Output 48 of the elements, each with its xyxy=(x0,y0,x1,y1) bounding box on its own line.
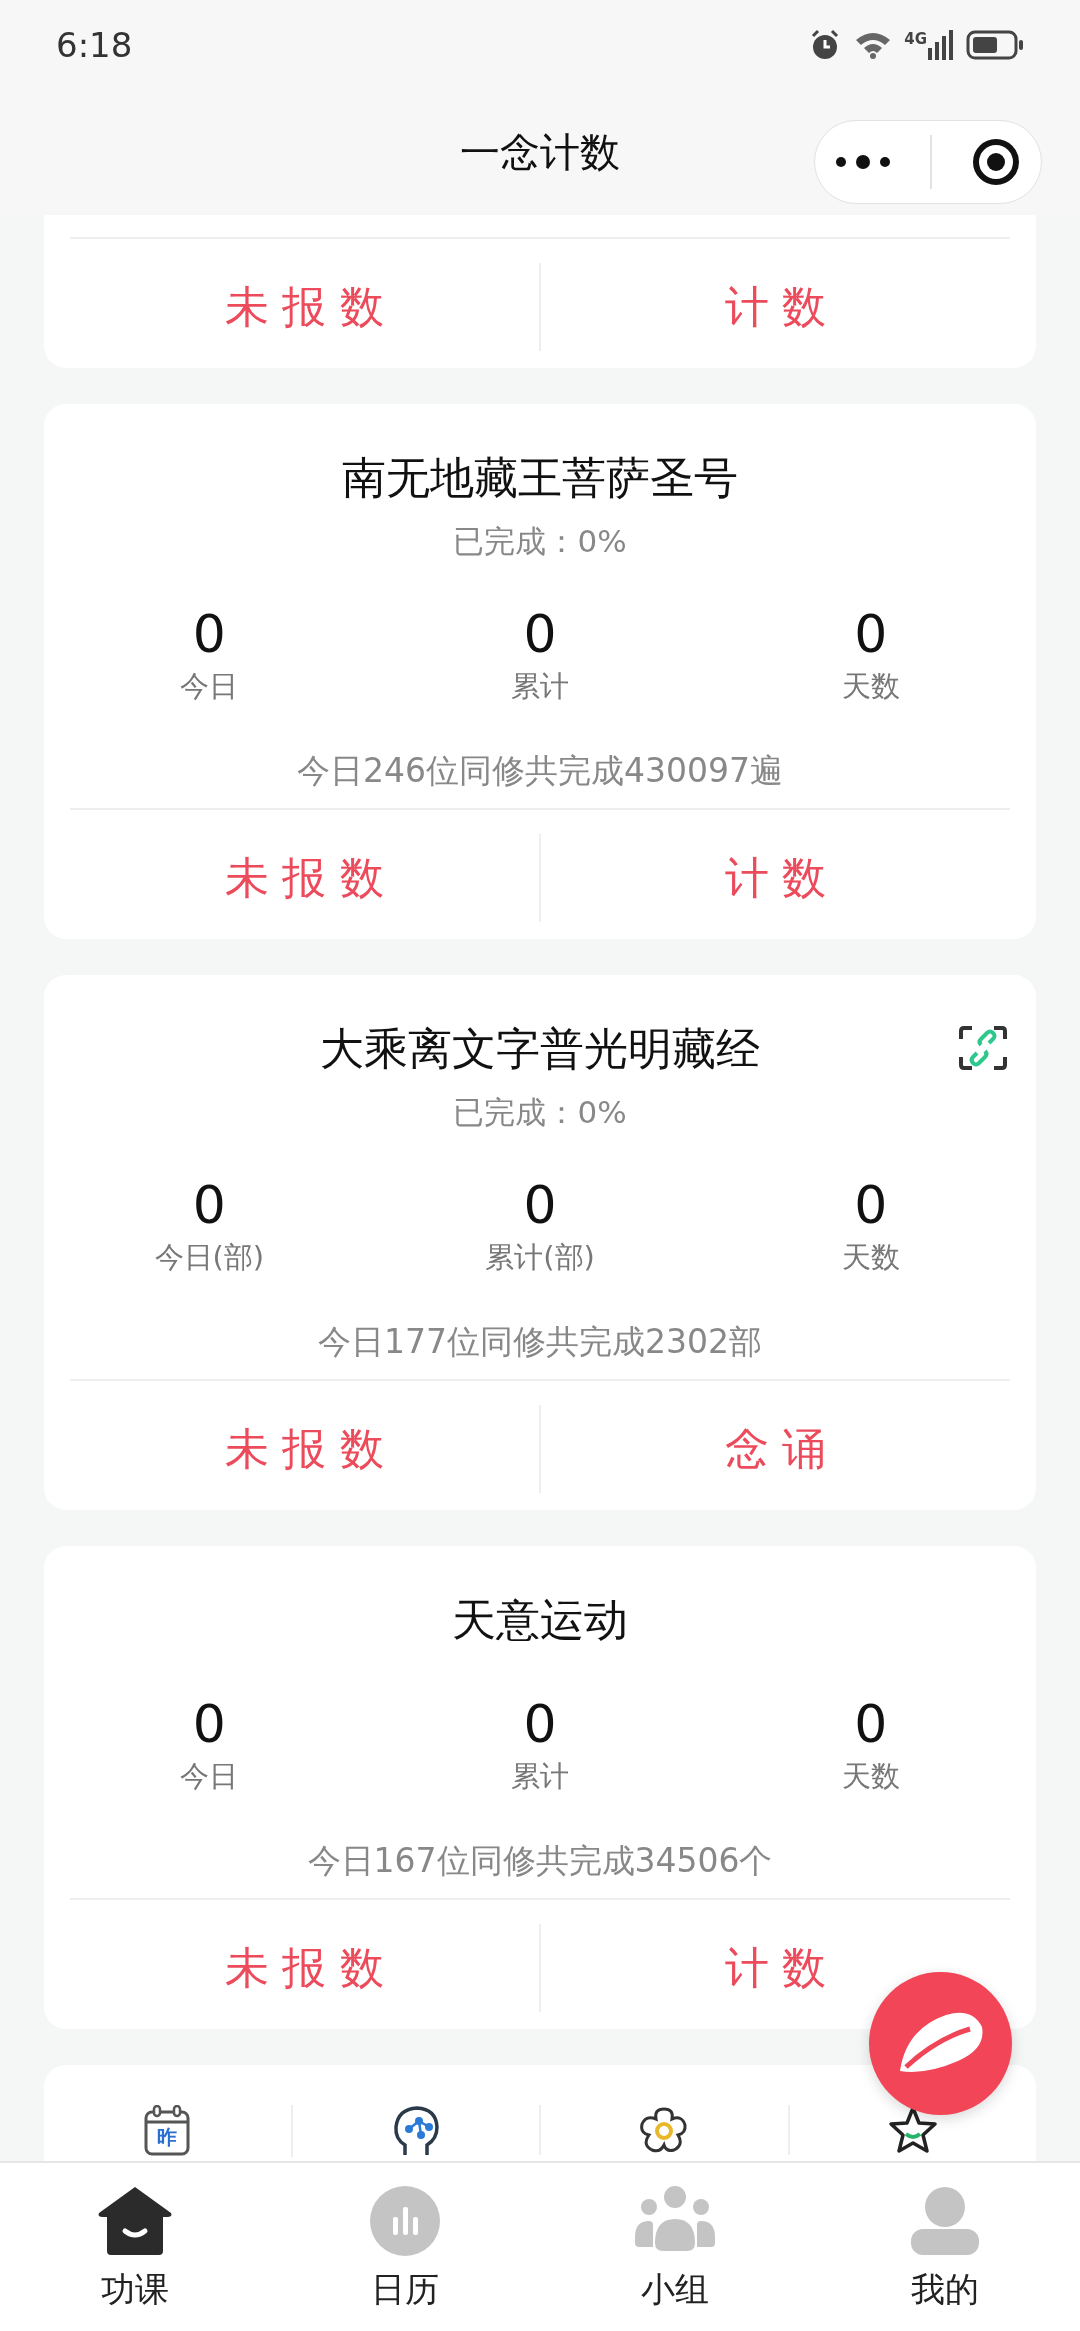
action-button[interactable]: 未报数 xyxy=(70,834,539,922)
task-title: 大乘离文字普光明藏经 xyxy=(320,1022,760,1076)
stat-value: 0 xyxy=(854,1174,888,1237)
stat-label: 天数 xyxy=(841,668,900,705)
stat-label: 累计 xyxy=(511,1758,569,1795)
community-summary: 今日167位同修共完成34506个 xyxy=(307,1840,773,1882)
action-button[interactable]: 念诵 xyxy=(539,1405,1010,1493)
battery-icon xyxy=(966,30,1024,60)
close-target-icon[interactable] xyxy=(971,137,1022,187)
tab-item[interactable]: 功课 xyxy=(0,2163,270,2331)
completion-text: 已完成：0% xyxy=(453,1093,627,1132)
community-summary: 今日177位同修共完成2302部 xyxy=(318,1321,762,1363)
tab-item[interactable]: 小组 xyxy=(540,2163,810,2331)
stat-label: 今日(部) xyxy=(154,1239,265,1276)
stat-value: 0 xyxy=(192,1693,226,1756)
task-title: 天意运动 xyxy=(452,1593,628,1647)
page-title: 一念计数 xyxy=(460,128,620,177)
tab-item[interactable]: 日历 xyxy=(270,2163,540,2331)
more-icon[interactable] xyxy=(834,154,891,170)
signal-icon xyxy=(928,30,954,60)
stat-value: 0 xyxy=(523,1693,557,1756)
stat-label: 累计 xyxy=(511,668,569,705)
bars-circle-icon xyxy=(367,2185,443,2257)
task-title: 南无地藏王菩萨圣号 xyxy=(342,451,738,505)
status-time: 6:18 xyxy=(56,25,133,65)
tab-item[interactable]: 我的 xyxy=(810,2163,1080,2331)
action-button[interactable]: 未报数 xyxy=(70,1924,539,2012)
community-summary: 今日246位同修共完成430097遍 xyxy=(297,750,783,792)
house-icon xyxy=(97,2185,173,2257)
stat-value: 0 xyxy=(523,1174,557,1237)
stat-label: 累计(部) xyxy=(485,1239,595,1276)
completion-text: 已完成：0% xyxy=(453,522,627,561)
stat-value: 0 xyxy=(854,1693,888,1756)
wifi-icon xyxy=(854,30,893,60)
action-button[interactable]: 计数 xyxy=(539,263,1010,351)
stat-label: 今日 xyxy=(180,1758,239,1795)
action-button[interactable]: 未报数 xyxy=(70,263,539,351)
stat-label: 今日 xyxy=(180,668,239,705)
action-button[interactable]: 未报数 xyxy=(70,1405,539,1493)
link-icon[interactable] xyxy=(958,1025,1008,1071)
stat-label: 天数 xyxy=(841,1758,900,1795)
stat-value: 0 xyxy=(192,1174,226,1237)
stat-value: 0 xyxy=(523,603,557,666)
stat-value: 0 xyxy=(854,603,888,666)
stat-value: 0 xyxy=(192,603,226,666)
stat-label: 天数 xyxy=(841,1239,900,1276)
action-button[interactable]: 计数 xyxy=(539,834,1010,922)
network-label: 4G xyxy=(904,30,927,48)
